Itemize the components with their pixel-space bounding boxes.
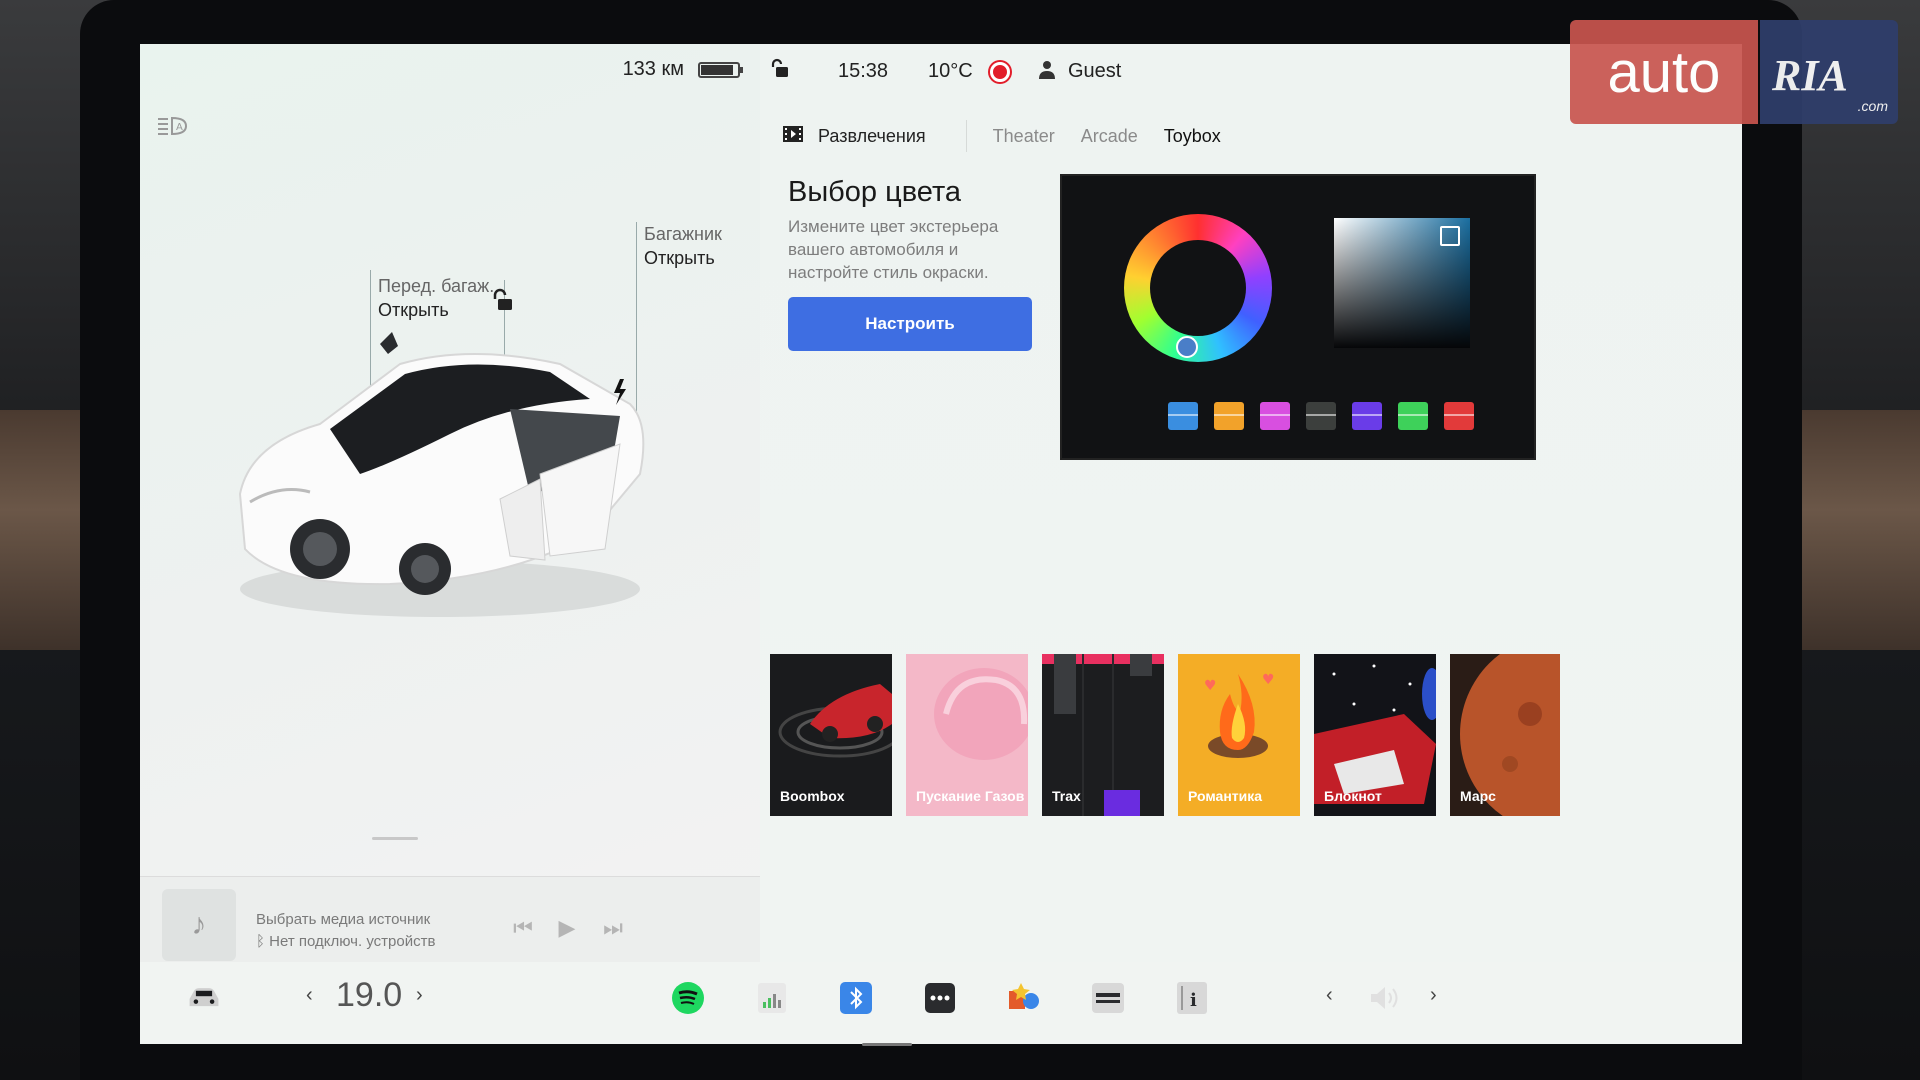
color-wheel[interactable] bbox=[1124, 214, 1272, 362]
taskbar: ‹ 19.0 › i ‹ › bbox=[140, 964, 1742, 1044]
app-tile-trax[interactable]: Trax bbox=[1042, 654, 1164, 816]
bluetooth-icon: ᛒ bbox=[256, 933, 270, 950]
app-label-boombox: Boombox bbox=[780, 788, 845, 804]
profile-icon[interactable] bbox=[1038, 60, 1056, 86]
play-icon[interactable]: ▶ bbox=[552, 915, 582, 945]
media-device-text: Нет подключ. устройств bbox=[269, 933, 436, 950]
temp-down-icon[interactable]: ‹ bbox=[306, 984, 313, 1007]
trunk-label: Багажник bbox=[644, 224, 722, 244]
volume-icon[interactable] bbox=[1368, 980, 1404, 1016]
auto-ria-logo: RIA .com bbox=[1760, 20, 1898, 124]
entertainment-pane: 15:38 10°C Guest Развлечения Theater Arc… bbox=[760, 44, 1742, 962]
more-apps-icon[interactable] bbox=[922, 980, 958, 1016]
toybox-apps: Boombox Пускание Газов Trax ♥ ♥ Романтик… bbox=[770, 654, 1560, 816]
outside-temperature: 10°C bbox=[928, 60, 973, 82]
battery-fill bbox=[701, 64, 734, 75]
feature-description: Измените цвет экстерьера вашего автомоби… bbox=[788, 217, 999, 282]
battery-icon bbox=[698, 61, 743, 78]
auto-ria-logo-auto: auto bbox=[1570, 20, 1758, 124]
cabin-temperature[interactable]: 19.0 bbox=[336, 976, 402, 1015]
range-status: 133 км bbox=[622, 58, 743, 81]
app-tile-boombox[interactable]: Boombox bbox=[770, 654, 892, 816]
tab-toybox[interactable]: Toybox bbox=[1164, 126, 1221, 147]
entertainment-tabs: Развлечения Theater Arcade Toybox bbox=[782, 116, 1221, 156]
svg-text:i: i bbox=[1190, 990, 1197, 1011]
energy-app-icon[interactable] bbox=[754, 980, 790, 1016]
app-label-romance: Романтика bbox=[1188, 788, 1263, 804]
svg-text:♥: ♥ bbox=[1262, 672, 1275, 688]
frunk-control[interactable]: Перед. багаж. Открыть bbox=[378, 274, 494, 323]
media-player: ♪ Выбрать медиа источник ᛒ Нет подключ. … bbox=[140, 876, 760, 962]
clock: 15:38 bbox=[838, 60, 889, 82]
color-swatch[interactable] bbox=[1444, 402, 1474, 430]
saturation-knob[interactable] bbox=[1440, 226, 1460, 246]
color-swatch[interactable] bbox=[1306, 402, 1336, 430]
color-wheel-center bbox=[1150, 240, 1246, 336]
logo-ria-text: RIA bbox=[1772, 51, 1848, 100]
tab-entertainment-home[interactable]: Развлечения bbox=[782, 120, 967, 152]
trunk-open-action[interactable]: Открыть bbox=[644, 246, 722, 270]
frunk-label: Перед. багаж. bbox=[378, 276, 495, 296]
media-source-label[interactable]: Выбрать медиа источник bbox=[256, 911, 430, 928]
logo-com-text: .com bbox=[1857, 98, 1888, 114]
volume-up-icon[interactable]: › bbox=[1430, 984, 1437, 1007]
app-tile-romance[interactable]: ♥ ♥ Романтика bbox=[1178, 654, 1300, 816]
film-icon bbox=[782, 125, 804, 148]
color-swatch[interactable] bbox=[1398, 402, 1428, 430]
car-illustration[interactable] bbox=[210, 324, 670, 639]
unlock-icon[interactable] bbox=[490, 288, 516, 314]
toybox-app-icon[interactable] bbox=[1006, 980, 1042, 1016]
trunk-control[interactable]: Багажник Открыть bbox=[644, 222, 722, 271]
app-tile-emissions[interactable]: Пускание Газов bbox=[906, 654, 1028, 816]
color-swatch[interactable] bbox=[1260, 402, 1290, 430]
headlight-icon[interactable]: A bbox=[154, 114, 190, 138]
tab-arcade[interactable]: Arcade bbox=[1081, 126, 1138, 147]
music-note-icon[interactable]: ♪ bbox=[162, 889, 236, 961]
color-wheel-knob[interactable] bbox=[1176, 336, 1198, 358]
car-icon[interactable] bbox=[186, 980, 222, 1016]
app-tile-mars[interactable]: Марс bbox=[1450, 654, 1560, 816]
saturation-square[interactable] bbox=[1334, 218, 1470, 348]
pane-resize-handle[interactable] bbox=[372, 837, 418, 840]
home-indicator bbox=[862, 1043, 912, 1046]
color-swatch[interactable] bbox=[1352, 402, 1382, 430]
dashcam-app-icon[interactable] bbox=[1090, 980, 1126, 1016]
app-label-mars: Марс bbox=[1460, 788, 1496, 804]
app-tile-notepad[interactable]: Блокнот bbox=[1314, 654, 1436, 816]
spotify-icon[interactable] bbox=[670, 980, 706, 1016]
app-label-notepad: Блокнот bbox=[1324, 788, 1382, 804]
previous-track-icon[interactable]: ⏮ bbox=[508, 915, 538, 945]
car-view-pane: 133 км A Багажник Открыть Перед. багаж. … bbox=[140, 44, 760, 962]
range-text: 133 км bbox=[622, 58, 684, 80]
tab-entertainment-label: Развлечения bbox=[818, 125, 926, 146]
manual-app-icon[interactable]: i bbox=[1174, 980, 1210, 1016]
color-picker-preview bbox=[1060, 174, 1536, 460]
touchscreen: 133 км A Багажник Открыть Перед. багаж. … bbox=[140, 44, 1742, 1044]
profile-name[interactable]: Guest bbox=[1068, 60, 1121, 83]
dashcam-record-icon[interactable] bbox=[990, 62, 1010, 82]
media-device-status: ᛒ Нет подключ. устройств bbox=[256, 933, 435, 950]
feature-title: Выбор цвета bbox=[788, 176, 962, 208]
configure-button[interactable]: Настроить bbox=[788, 297, 1032, 351]
bluetooth-app-icon[interactable] bbox=[838, 980, 874, 1016]
temp-up-icon[interactable]: › bbox=[416, 984, 423, 1007]
color-swatch[interactable] bbox=[1214, 402, 1244, 430]
app-label-emissions: Пускание Газов bbox=[916, 788, 1025, 804]
volume-down-icon[interactable]: ‹ bbox=[1326, 984, 1333, 1007]
app-label-trax: Trax bbox=[1052, 788, 1081, 804]
tab-theater[interactable]: Theater bbox=[993, 126, 1055, 147]
frunk-open-action[interactable]: Открыть bbox=[378, 298, 494, 322]
color-swatch[interactable] bbox=[1168, 402, 1198, 430]
svg-text:♥: ♥ bbox=[1204, 678, 1217, 694]
next-track-icon[interactable]: ⏭ bbox=[598, 915, 628, 945]
svg-text:A: A bbox=[176, 122, 183, 133]
lock-status-icon[interactable] bbox=[770, 58, 792, 86]
